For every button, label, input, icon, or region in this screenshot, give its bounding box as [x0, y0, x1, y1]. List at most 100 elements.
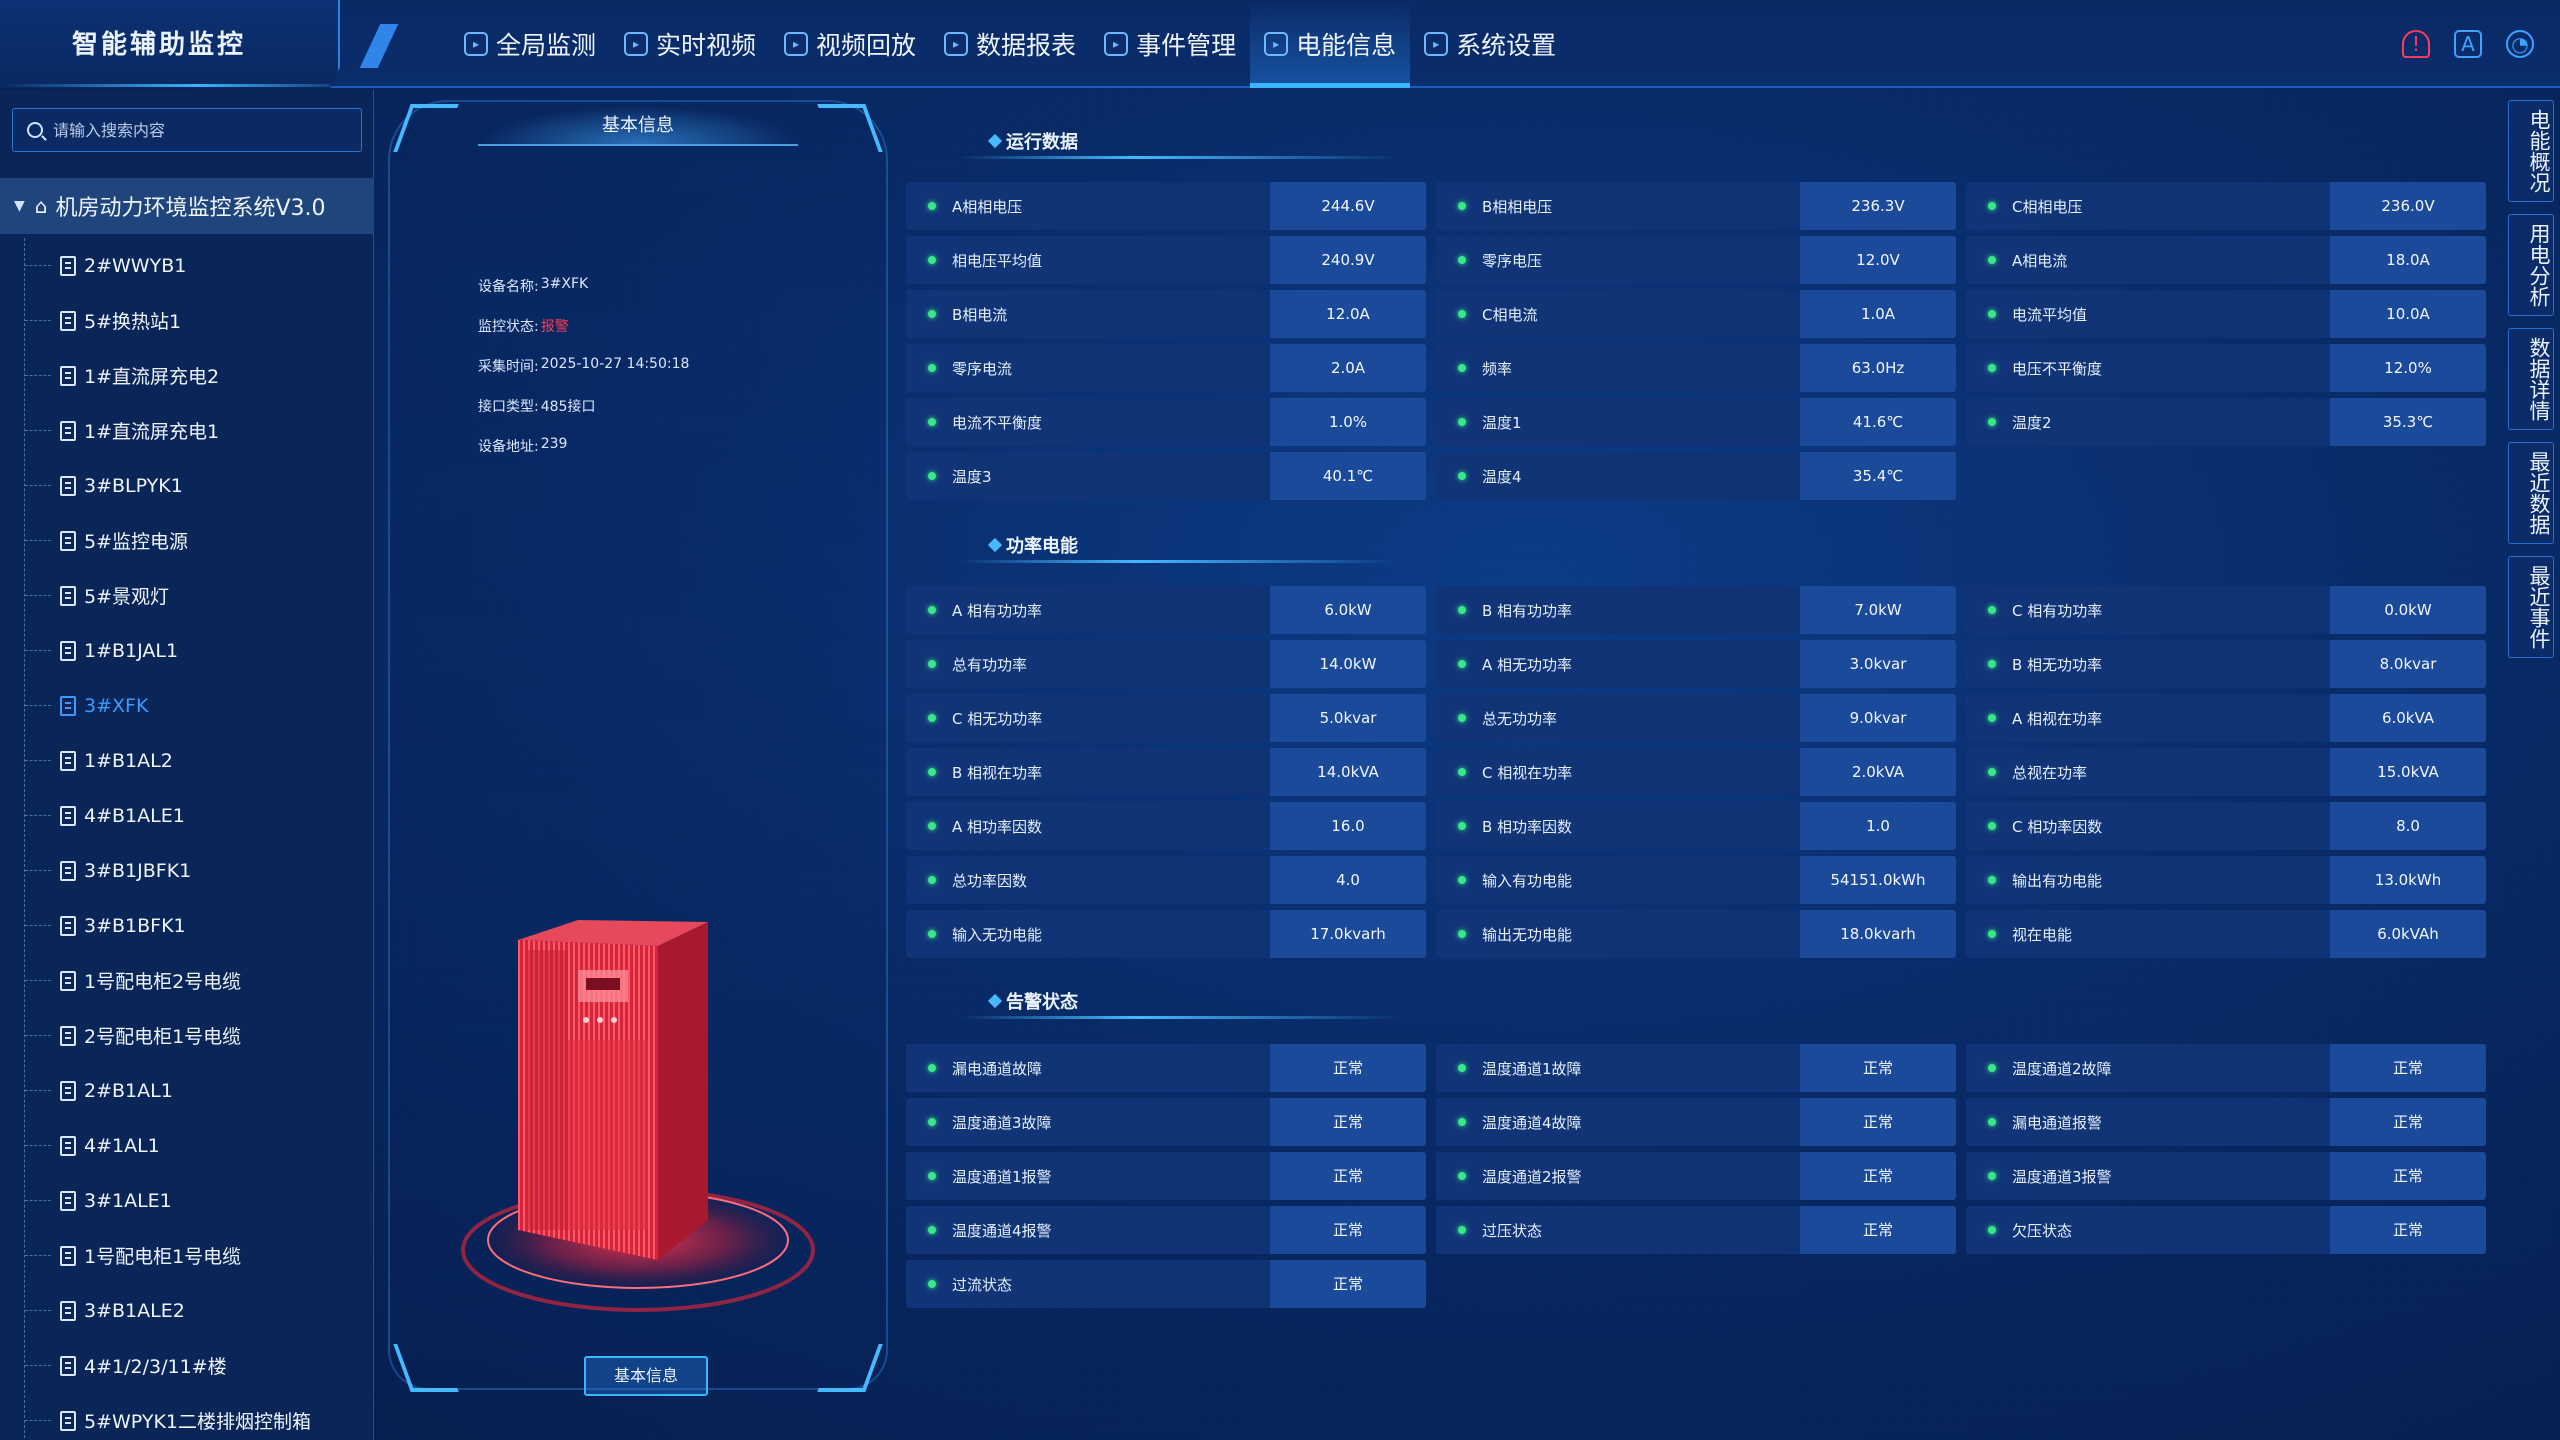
data-cell: 总视在功率 15.0kVA: [1966, 748, 2486, 796]
tree-item-label: 3#B1ALE2: [84, 1299, 185, 1322]
tree-item[interactable]: 1#直流屏充电2: [0, 348, 374, 403]
data-cell-label: 漏电通道故障: [952, 1059, 1043, 1078]
data-cell-label: 总视在功率: [2012, 763, 2088, 782]
data-cell-label: 电压不平衡度: [2012, 359, 2103, 378]
right-tab-2[interactable]: 数据详情: [2508, 328, 2554, 430]
right-tab-3[interactable]: 最近数据: [2508, 442, 2554, 544]
nav-item-2[interactable]: ▸ 视频回放: [770, 0, 930, 88]
status-dot-icon: [1988, 660, 1996, 668]
diamond-icon: [987, 537, 1003, 553]
device-tree: 2#WWYB1 5#换热站1 1#直流屏充电2 1#直流屏充电1 3#BLPYK1 5#监…: [0, 238, 374, 1440]
user-icon[interactable]: ◔: [2506, 30, 2534, 58]
data-cell: 温度通道1故障 正常: [1436, 1044, 1956, 1092]
data-cell-value: 8.0kvar: [2330, 640, 2486, 688]
tree-item[interactable]: 1号配电柜2号电缆: [0, 953, 374, 1008]
search-box[interactable]: [12, 108, 362, 152]
tree-item-label: 2#WWYB1: [84, 254, 187, 277]
tree-item[interactable]: 3#BLPYK1: [0, 458, 374, 513]
nav-item-0[interactable]: ▸ 全局监测: [450, 0, 610, 88]
tree-item-label: 1#B1JAL1: [84, 639, 179, 662]
tree-item[interactable]: 3#B1JBFK1: [0, 843, 374, 898]
nav-item-label: 电能信息: [1296, 31, 1397, 60]
data-cell-value: 8.0: [2330, 802, 2486, 850]
data-cell-label: 输入有功电能: [1482, 871, 1573, 890]
status-dot-icon: [1988, 1226, 1996, 1234]
tree-item[interactable]: 1#B1AL2: [0, 733, 374, 788]
tree-item-label: 2#B1AL1: [84, 1079, 173, 1102]
status-dot-icon: [928, 1226, 936, 1234]
data-cell: 电压不平衡度 12.0%: [1966, 344, 2486, 392]
nav-item-6[interactable]: ▸ 系统设置: [1410, 0, 1570, 88]
data-cell: 输出有功电能 13.0kWh: [1966, 856, 2486, 904]
status-dot-icon: [1988, 876, 1996, 884]
data-cell: 欠压状态 正常: [1966, 1206, 2486, 1254]
footer-tab-basic-info[interactable]: 基本信息: [584, 1356, 708, 1396]
data-cell-value: 正常: [1270, 1098, 1426, 1146]
data-cell: 视在电能 6.0kVAh: [1966, 910, 2486, 958]
tree-root[interactable]: ▼ ⌂ 机房动力环境监控系统V3.0: [0, 178, 374, 234]
tree-item[interactable]: 1#B1JAL1: [0, 623, 374, 678]
data-cell: 相电压平均值 240.9V: [906, 236, 1426, 284]
tree-item[interactable]: 1号配电柜1号电缆: [0, 1228, 374, 1283]
status-dot-icon: [1458, 714, 1466, 722]
nav-item-3[interactable]: ▸ 数据报表: [930, 0, 1090, 88]
tree-item-label: 3#BLPYK1: [84, 474, 183, 497]
info-row: 监控状态: 报警: [478, 316, 689, 356]
tree-item[interactable]: 4#1/2/3/11#楼: [0, 1338, 374, 1393]
tree-item[interactable]: 3#B1BFK1: [0, 898, 374, 953]
alarm-icon[interactable]: !: [2402, 30, 2430, 58]
tree-item[interactable]: 5#监控电源: [0, 513, 374, 568]
device-icon: [60, 1080, 76, 1101]
status-dot-icon: [1988, 364, 1996, 372]
data-cell-value: 35.3℃: [2330, 398, 2486, 446]
search-input[interactable]: [53, 120, 343, 140]
caret-down-icon[interactable]: ▼: [14, 198, 25, 214]
font-icon[interactable]: A: [2454, 30, 2482, 58]
device-icon: [60, 475, 76, 496]
tree-item[interactable]: 3#B1ALE2: [0, 1283, 374, 1338]
data-cell-label: 温度3: [952, 467, 992, 486]
nav-item-label: 事件管理: [1136, 31, 1237, 60]
data-cell-value: 17.0kvarh: [1270, 910, 1426, 958]
status-dot-icon: [928, 472, 936, 480]
data-cell-value: 12.0%: [2330, 344, 2486, 392]
tree-item[interactable]: 1#直流屏充电1: [0, 403, 374, 458]
tree-item[interactable]: 2#B1AL1: [0, 1063, 374, 1118]
brand-underline: [0, 84, 330, 87]
data-cell-label: 温度通道4报警: [952, 1221, 1052, 1240]
replay-icon: ▸: [784, 32, 809, 56]
data-cell-value: 63.0Hz: [1800, 344, 1956, 392]
data-cell-label: 输出有功电能: [2012, 871, 2103, 890]
tree-item[interactable]: 5#景观灯: [0, 568, 374, 623]
nav-item-4[interactable]: ▸ 事件管理: [1090, 0, 1250, 88]
data-cell-value: 正常: [2330, 1098, 2486, 1146]
right-tab-1[interactable]: 用电分析: [2508, 214, 2554, 316]
device-icon: [60, 1410, 76, 1431]
data-cell-label: B 相无功功率: [2012, 655, 2103, 674]
data-cell-label: 总无功功率: [1482, 709, 1558, 728]
tree-item-label: 1号配电柜1号电缆: [84, 1246, 242, 1268]
data-cell-label: B相电流: [952, 305, 1008, 324]
tree-item[interactable]: 5#换热站1: [0, 293, 374, 348]
tree-item[interactable]: 3#XFK: [0, 678, 374, 733]
data-cell-value: 18.0A: [2330, 236, 2486, 284]
device-icon: [60, 1355, 76, 1376]
data-cell: 温度2 35.3℃: [1966, 398, 2486, 446]
section-underline: [960, 560, 1400, 563]
tree-item[interactable]: 5#WPYK1二楼排烟控制箱: [0, 1393, 374, 1440]
data-cell-value: 正常: [1800, 1098, 1956, 1146]
tree-item[interactable]: 3#1ALE1: [0, 1173, 374, 1228]
tree-item-label: 3#1ALE1: [84, 1189, 172, 1212]
tree-item[interactable]: 2号配电柜1号电缆: [0, 1008, 374, 1063]
tree-item[interactable]: 4#B1ALE1: [0, 788, 374, 843]
tree-item[interactable]: 2#WWYB1: [0, 238, 374, 293]
status-dot-icon: [928, 930, 936, 938]
nav-item-5[interactable]: ▸ 电能信息: [1250, 0, 1411, 88]
section-title-power: 功率电能: [987, 532, 1078, 558]
data-cell-label: C 相有功功率: [2012, 601, 2103, 620]
right-tab-0[interactable]: 电能概况: [2508, 100, 2554, 202]
right-tab-4[interactable]: 最近事件: [2508, 556, 2554, 658]
data-cell-value: 正常: [2330, 1044, 2486, 1092]
nav-item-1[interactable]: ▸ 实时视频: [610, 0, 770, 88]
tree-item[interactable]: 4#1AL1: [0, 1118, 374, 1173]
